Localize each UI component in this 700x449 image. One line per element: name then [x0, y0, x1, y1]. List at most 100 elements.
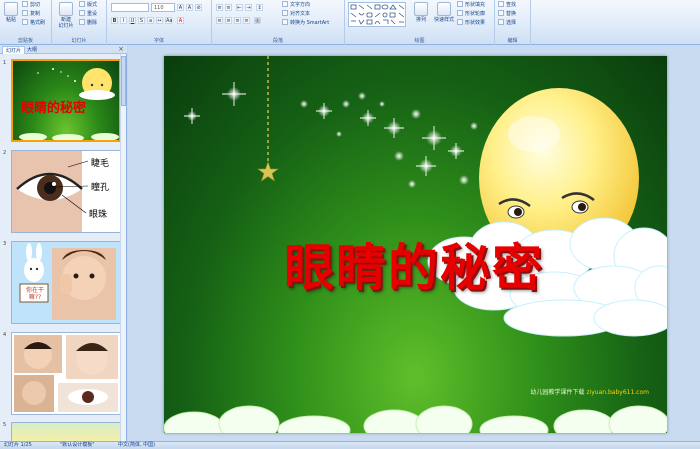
binoculars-icon	[498, 1, 504, 7]
thumbnail-number: 4	[3, 332, 7, 338]
increase-indent-button[interactable]: ⇥	[245, 4, 252, 11]
effects-icon	[457, 19, 463, 25]
reset-icon	[79, 10, 85, 16]
align-text-icon	[282, 10, 288, 16]
text-direction-icon	[282, 1, 288, 7]
label-pupil: 瞳孔	[91, 183, 110, 193]
layout-icon	[79, 1, 85, 7]
bullets-button[interactable]: ≡	[216, 4, 223, 11]
font-group: 110 A A ⊘ B I U S a ↔ Aa A 字体	[107, 0, 212, 45]
align-center-button[interactable]: ≡	[225, 17, 232, 24]
rabbit-sign: 你在干嘛??	[25, 287, 44, 301]
copy-icon	[22, 10, 28, 16]
line-spacing-button[interactable]: ↕	[256, 4, 263, 11]
smartart-button[interactable]: 转换为 SmartArt	[282, 19, 329, 27]
panel-tabs: 幻灯片 大纲 ×	[0, 45, 127, 54]
current-slide[interactable]: 眼睛的秘密 幼儿园教学课件下载 ziyuan.baby611.com	[164, 56, 667, 433]
new-slide-button[interactable]: 新建 幻灯片	[56, 2, 76, 29]
cut-button[interactable]: 剪切	[22, 1, 40, 9]
slide-title[interactable]: 眼睛的秘密	[219, 228, 609, 300]
credit-url: ziyuan.baby611.com	[586, 389, 649, 396]
shape-effects-button[interactable]: 形状效果	[457, 19, 485, 27]
editing-label: 编辑	[507, 38, 518, 44]
drawing-group: 排列 快速样式 形状填充 形状轮廓 形状效果 绘图	[345, 0, 495, 45]
slide-editing-area: 眼睛的秘密 幼儿园教学课件下载 ziyuan.baby611.com	[128, 45, 700, 441]
case-button[interactable]: Aa	[165, 17, 172, 24]
delete-icon	[79, 19, 85, 25]
arrange-button[interactable]: 排列	[411, 2, 431, 23]
font-name-combo[interactable]	[111, 3, 149, 12]
paragraph-group: ≡ ≡ ⇤ ⇥ ↕ ≡ ≡ ≡ ≡ ▥ 文字方向 对齐文本 转换为 SmartA…	[212, 0, 345, 45]
tab-outline[interactable]: 大纲	[24, 46, 40, 54]
shadow-button[interactable]: S	[138, 17, 145, 24]
strikethrough-button[interactable]: a	[147, 17, 154, 24]
align-left-button[interactable]: ≡	[216, 17, 223, 24]
ribbon: 粘贴 剪切 复制 格式刷 剪贴板 新建 幻灯片 版式 重设 删除 幻灯片 110…	[0, 0, 700, 45]
shrink-font-button[interactable]: A	[186, 4, 193, 11]
spacing-button[interactable]: ↔	[156, 17, 163, 24]
shapes-icon	[350, 4, 405, 25]
slide-thumbnail-4[interactable]	[11, 332, 121, 415]
delete-slide-button[interactable]: 删除	[79, 19, 97, 27]
grow-font-button[interactable]: A	[177, 4, 184, 11]
numbering-button[interactable]: ≡	[225, 4, 232, 11]
replace-icon	[498, 10, 504, 16]
justify-button[interactable]: ≡	[243, 17, 250, 24]
italic-button[interactable]: I	[120, 17, 127, 24]
quick-styles-button[interactable]: 快速样式	[433, 2, 455, 23]
children-photos	[12, 333, 120, 414]
thumbnail-scrollbar[interactable]	[120, 54, 126, 441]
bold-button[interactable]: B	[111, 17, 118, 24]
new-slide-icon	[59, 2, 73, 16]
quick-styles-icon	[437, 2, 451, 16]
label-eyeball: 眼珠	[89, 210, 108, 220]
slide-thumbnail-2[interactable]: 睫毛 瞳孔 眼珠	[11, 150, 121, 233]
reset-button[interactable]: 重设	[79, 10, 97, 18]
select-button[interactable]: 选择	[498, 19, 516, 27]
decrease-indent-button[interactable]: ⇤	[236, 4, 243, 11]
align-right-button[interactable]: ≡	[234, 17, 241, 24]
shapes-gallery[interactable]	[348, 2, 406, 27]
editing-group: 查找 替换 选择 编辑	[495, 0, 531, 45]
label-eyelash: 睫毛	[91, 159, 110, 169]
clipboard-label: 剪贴板	[17, 38, 33, 44]
thumbnail-title: 眼睛的秘密	[21, 101, 87, 116]
underline-button[interactable]: U	[129, 17, 136, 24]
text-direction-button[interactable]: 文字方向	[282, 1, 310, 9]
columns-button[interactable]: ▥	[254, 17, 261, 24]
outline-icon	[457, 10, 463, 16]
font-color-button[interactable]: A	[177, 17, 184, 24]
thumbnail-number: 1	[3, 60, 7, 66]
thumbnail-number: 5	[3, 422, 7, 428]
shape-outline-button[interactable]: 形状轮廓	[457, 10, 485, 18]
slides-panel: 幻灯片 大纲 × 1 眼睛的秘密 2 睫毛 瞳孔 眼珠 3 你在干嘛?? 4 5	[0, 45, 127, 441]
scrollbar-thumb[interactable]	[121, 56, 126, 106]
align-text-button[interactable]: 对齐文本	[282, 10, 310, 18]
copy-button[interactable]: 复制	[22, 10, 40, 18]
theme-name: "默认设计模板"	[60, 442, 95, 448]
paste-button[interactable]: 粘贴	[2, 2, 20, 23]
brush-icon	[22, 19, 28, 25]
scissors-icon	[22, 1, 28, 7]
tab-slides[interactable]: 幻灯片	[2, 46, 26, 54]
slide-thumbnail-5[interactable]	[11, 422, 121, 441]
child-rabbit-graphic	[12, 242, 120, 323]
slide-thumbnail-3[interactable]: 你在干嘛??	[11, 241, 121, 324]
fill-icon	[457, 1, 463, 7]
find-button[interactable]: 查找	[498, 1, 516, 9]
clear-format-button[interactable]: ⊘	[195, 4, 202, 11]
slides-label: 幻灯片	[71, 38, 87, 44]
replace-button[interactable]: 替换	[498, 10, 516, 18]
language-status[interactable]: 中文(简体, 中国)	[118, 442, 155, 449]
paragraph-label: 段落	[272, 38, 283, 44]
format-painter-button[interactable]: 格式刷	[22, 19, 45, 27]
layout-button[interactable]: 版式	[79, 1, 97, 9]
drawing-label: 绘图	[414, 38, 425, 44]
font-size-combo[interactable]: 110	[151, 3, 175, 12]
credit-text: 幼儿园教学课件下载	[530, 389, 585, 396]
thumbnail-number: 2	[3, 150, 7, 156]
slide-thumbnail-1[interactable]: 眼睛的秘密	[11, 59, 121, 142]
shape-fill-button[interactable]: 形状填充	[457, 1, 485, 9]
arrange-icon	[414, 2, 428, 16]
close-icon[interactable]: ×	[118, 45, 124, 54]
